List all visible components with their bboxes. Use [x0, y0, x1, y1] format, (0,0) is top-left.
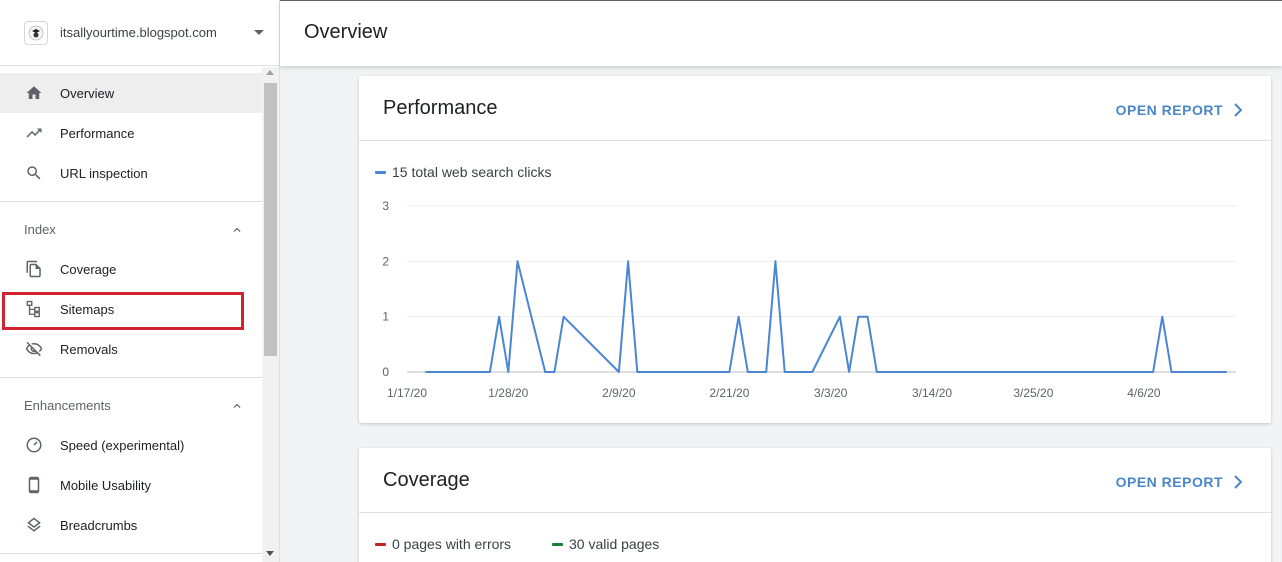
property-selector[interactable]: itsallyourtime.blogspot.com	[0, 0, 279, 66]
x-tick-label: 3/14/20	[912, 386, 952, 400]
sidebar-item-label: Performance	[60, 125, 135, 141]
x-tick-label: 3/3/20	[814, 386, 848, 400]
sidebar-divider	[0, 377, 262, 378]
y-tick-label: 0	[382, 365, 389, 379]
sidebar-item-mobile-usability[interactable]: Mobile Usability	[0, 465, 262, 505]
sidebar-divider	[0, 201, 262, 202]
card-divider	[359, 512, 1271, 513]
layers-icon	[24, 515, 44, 535]
x-tick-label: 4/6/20	[1127, 386, 1161, 400]
coverage-icon	[24, 259, 44, 279]
sidebar-item-overview[interactable]: Overview	[0, 73, 262, 113]
property-dropdown-icon[interactable]	[254, 30, 264, 35]
scroll-up-arrow-icon[interactable]	[266, 70, 274, 75]
coverage-card: Coverage OPEN REPORT 0 pages with errors…	[359, 448, 1271, 562]
page-title: Overview	[304, 21, 388, 43]
y-tick-label: 1	[382, 310, 389, 324]
x-tick-label: 2/21/20	[709, 386, 749, 400]
coverage-open-report-button[interactable]: OPEN REPORT	[1116, 474, 1243, 490]
sidebar-divider	[0, 553, 262, 554]
coverage-legend-errors: 0 pages with errors	[375, 536, 511, 552]
y-tick-label: 3	[382, 199, 389, 213]
trending-up-icon	[24, 123, 44, 143]
section-header-enhancements: Enhancements	[24, 398, 111, 413]
x-tick-label: 1/17/20	[387, 386, 427, 400]
sidebar-item-label: Mobile Usability	[60, 477, 152, 493]
removals-icon	[24, 339, 44, 359]
chevron-up-icon[interactable]	[230, 223, 244, 237]
open-report-label: OPEN REPORT	[1115, 474, 1223, 490]
sidebar-item-label: URL inspection	[60, 165, 148, 181]
speedometer-icon	[24, 435, 44, 455]
sidebar-item-label: Overview	[60, 85, 115, 101]
y-tick-label: 2	[382, 254, 389, 268]
chevron-right-icon	[1234, 475, 1243, 489]
sidebar-item-label: Breadcrumbs	[60, 517, 138, 533]
performance-card: Performance OPEN REPORT 15 total web sea…	[359, 76, 1271, 423]
home-icon	[24, 83, 44, 103]
sidebar-scrollbar[interactable]	[262, 67, 279, 562]
property-name: itsallyourtime.blogspot.com	[60, 25, 217, 40]
scroll-down-arrow-icon[interactable]	[266, 551, 274, 556]
page-header: Overview	[280, 0, 1282, 66]
sidebar-item-label: Removals	[60, 341, 118, 357]
sidebar-item-performance[interactable]: Performance	[0, 113, 262, 153]
sidebar-item-removals[interactable]: Removals	[0, 329, 262, 369]
x-tick-label: 3/25/20	[1013, 386, 1053, 400]
sidebar-item-speed[interactable]: Speed (experimental)	[0, 425, 262, 465]
chevron-up-icon[interactable]	[230, 399, 244, 413]
legend-label-valid: 30 valid pages	[569, 536, 660, 552]
sidebar-item-label: Speed (experimental)	[60, 437, 185, 453]
sitemaps-highlight-box	[2, 292, 244, 330]
scroll-thumb[interactable]	[264, 83, 277, 356]
x-tick-label: 1/28/20	[488, 386, 528, 400]
x-tick-label: 2/9/20	[602, 386, 636, 400]
sidebar-item-coverage[interactable]: Coverage	[0, 249, 262, 289]
phone-icon	[24, 475, 44, 495]
coverage-card-title: Coverage	[383, 469, 470, 491]
performance-chart: 0 1 2 3 1/17/20 1/28/20 2/9/20 2/21/20 3/3/20 3/…	[382, 199, 1236, 400]
legend-swatch-errors	[375, 542, 386, 546]
coverage-legend-valid: 30 valid pages	[552, 536, 659, 552]
section-header-index: Index	[24, 222, 56, 237]
search-icon	[24, 163, 44, 183]
legend-label-errors: 0 pages with errors	[392, 536, 512, 552]
sidebar: itsallyourtime.blogspot.com Overview Per…	[0, 0, 280, 562]
sidebar-item-label: Coverage	[60, 261, 117, 277]
sidebar-item-url-inspection[interactable]: URL inspection	[0, 153, 262, 193]
legend-swatch-valid	[552, 542, 563, 546]
sidebar-item-breadcrumbs[interactable]: Breadcrumbs	[0, 505, 262, 545]
property-logo-icon	[24, 20, 48, 45]
